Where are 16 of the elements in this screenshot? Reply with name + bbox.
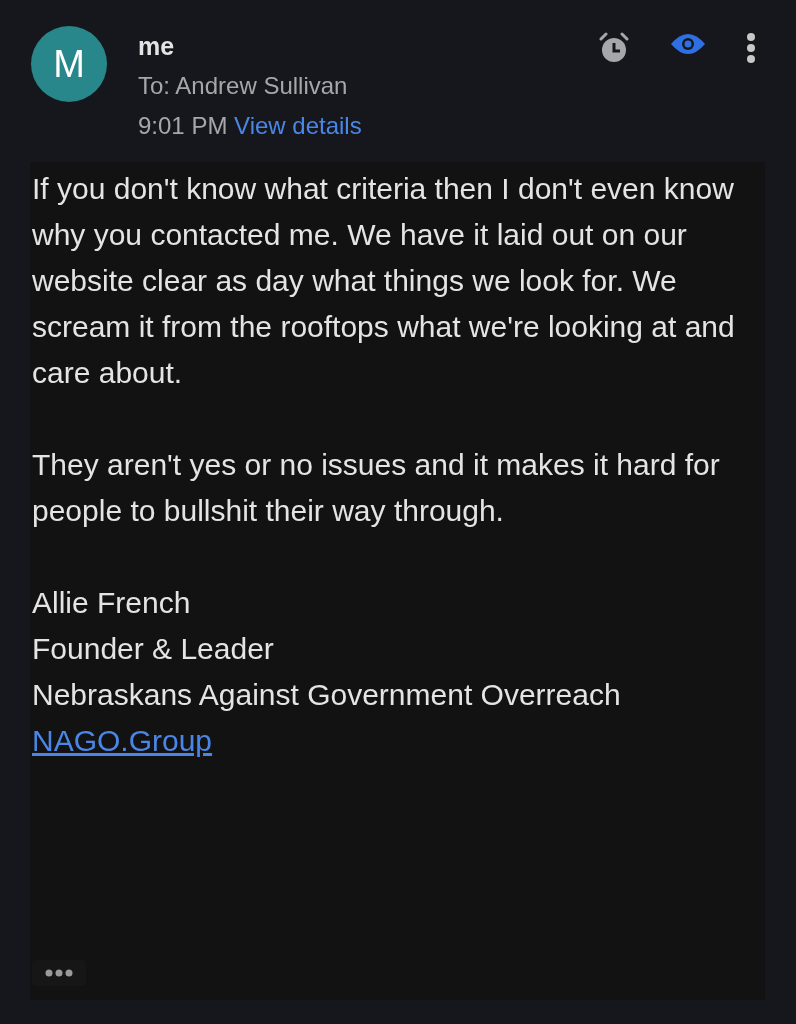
signature-line: Founder & Leader xyxy=(32,631,275,667)
sender-name: me xyxy=(138,31,176,62)
signature-line: Allie French xyxy=(32,585,192,621)
signature-line: Nebraskans Against Government Overreach xyxy=(32,677,622,713)
view-details-link[interactable]: View details xyxy=(234,112,362,139)
website-link[interactable]: NAGO.Group xyxy=(32,724,213,757)
recipient-line: To: Andrew Sullivan xyxy=(138,71,349,101)
show-trimmed-content-button[interactable] xyxy=(32,960,86,986)
more-options-icon[interactable] xyxy=(746,32,756,64)
paragraph: They aren't yes or no issues and it makes it hard for people to bullshit their way through. xyxy=(32,447,721,529)
eye-icon[interactable] xyxy=(670,32,706,56)
time: 9:01 PM xyxy=(138,112,228,139)
alarm-clock-icon[interactable] xyxy=(598,32,630,64)
ellipsis-icon xyxy=(45,969,73,977)
avatar: M xyxy=(31,26,107,102)
paragraph: If you don't know what criteria then I don't even know why you contacted me. We have it laid out on our website clear as day what things we look for. We scream it from the rooftops what we're looking at and care about. xyxy=(32,171,736,391)
